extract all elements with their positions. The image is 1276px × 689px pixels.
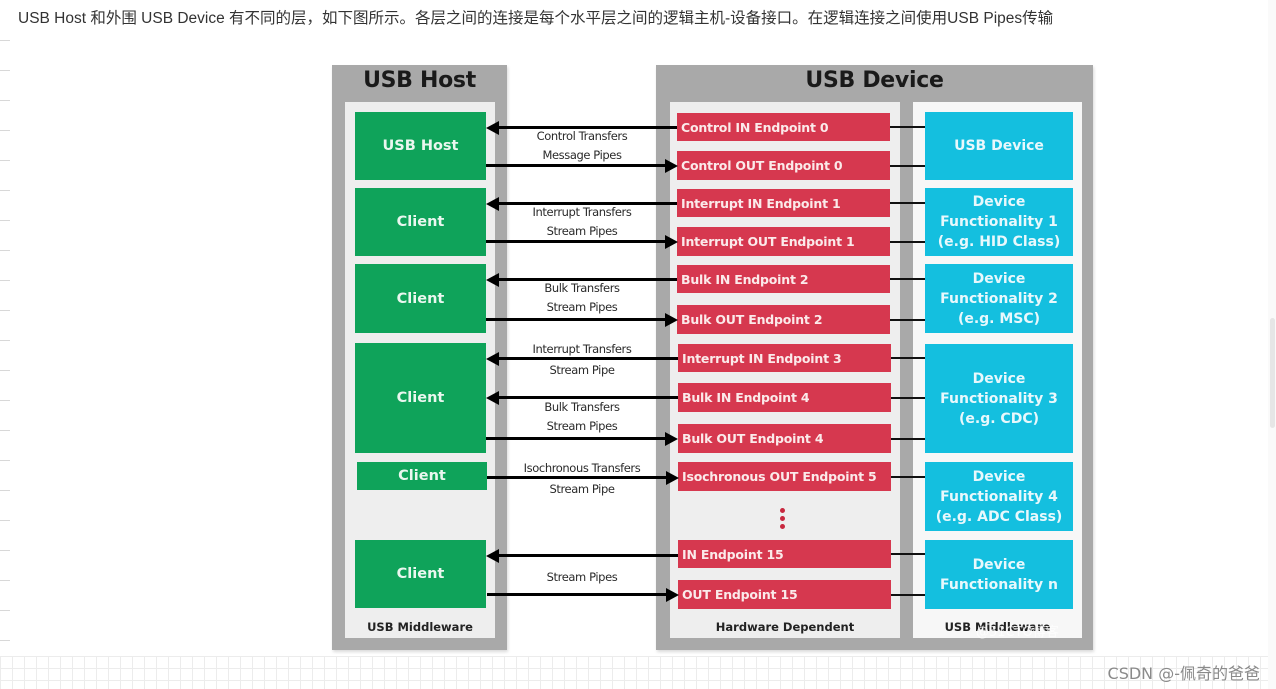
arrow-left-icon	[486, 549, 499, 563]
pipe-transfer-type: Control Transfers	[536, 129, 628, 143]
margin-ruler	[0, 40, 10, 650]
endpoint-isochronous-out-5: Isochronous OUT Endpoint 5	[678, 462, 891, 491]
host-box-usb-host: USB Host	[355, 112, 486, 180]
endpoint-control-out-0: Control OUT Endpoint 0	[677, 151, 890, 180]
connector-line	[891, 438, 925, 440]
endpoint-bulk-in-2: Bulk IN Endpoint 2	[677, 265, 890, 293]
endpoint-control-in-0: Control IN Endpoint 0	[677, 113, 890, 141]
csdn-watermark: CSDN @-佩奇的爸爸	[1107, 664, 1260, 683]
function-n: Device Functionality n	[925, 540, 1073, 609]
endpoint-interrupt-out-1: Interrupt OUT Endpoint 1	[677, 227, 890, 256]
image-watermark: @51CTO博客	[976, 625, 1059, 640]
pipe-label: Isochronous Transfers Stream Pipe	[497, 461, 667, 496]
background-grid	[0, 656, 1276, 689]
intro-paragraph: USB Host 和外围 USB Device 有不同的层，如下图所示。各层之间…	[18, 10, 1054, 27]
function-3-cdc: Device Functionality 3 (e.g. CDC)	[925, 344, 1073, 453]
endpoint-interrupt-in-1: Interrupt IN Endpoint 1	[677, 189, 890, 217]
pipe-label: Control Transfers Message Pipes	[497, 129, 667, 162]
pipe-transfer-type: Isochronous Transfers	[523, 461, 641, 475]
connector-line	[890, 278, 925, 280]
pipe-transfer-type: Interrupt Transfers	[532, 342, 632, 356]
endpoint-out-15: OUT Endpoint 15	[678, 580, 891, 609]
endpoint-bulk-out-4: Bulk OUT Endpoint 4	[678, 424, 891, 453]
pipe-arrow-out	[486, 240, 666, 243]
pipe-label: Interrupt Transfers Stream Pipe	[497, 342, 667, 377]
pipe-label: Bulk Transfers Stream Pipes	[497, 400, 667, 433]
endpoint-bulk-in-4: Bulk IN Endpoint 4	[678, 383, 891, 412]
host-box-client-1: Client	[355, 188, 486, 256]
arrow-right-icon	[665, 313, 678, 327]
connector-line	[891, 357, 925, 359]
pipe-type: Stream Pipe	[549, 363, 615, 377]
pipe-label: Stream Pipes	[497, 570, 667, 584]
host-box-client-2: Client	[355, 264, 486, 333]
host-box-client-3: Client	[355, 343, 486, 453]
pipe-label: Bulk Transfers Stream Pipes	[497, 281, 667, 314]
endpoint-interrupt-in-3: Interrupt IN Endpoint 3	[678, 344, 891, 372]
pipe-arrow-out	[486, 164, 666, 167]
pipe-transfer-type: Interrupt Transfers	[532, 205, 632, 219]
pipe-type: Stream Pipes	[546, 419, 618, 433]
pipe-transfer-type: Bulk Transfers	[544, 281, 620, 295]
function-1-hid: Device Functionality 1 (e.g. HID Class)	[925, 188, 1073, 256]
connector-line	[891, 476, 925, 478]
connector-line	[890, 241, 925, 243]
host-middleware-caption: USB Middleware	[367, 620, 473, 634]
pipe-arrow-in	[498, 396, 678, 399]
connector-line	[891, 594, 925, 596]
host-box-client-5: Client	[355, 540, 486, 608]
pipe-type: Message Pipes	[542, 148, 622, 162]
pipe-arrow-out	[486, 318, 666, 321]
endpoint-bulk-out-2: Bulk OUT Endpoint 2	[677, 305, 890, 334]
arrow-right-icon	[666, 471, 679, 485]
host-box-client-4: Client	[357, 462, 487, 490]
pipe-type: Stream Pipes	[546, 224, 618, 238]
connector-line	[890, 202, 925, 204]
connector-line	[891, 553, 925, 555]
connector-line	[890, 319, 925, 321]
connector-line	[890, 165, 925, 167]
function-2-msc: Device Functionality 2 (e.g. MSC)	[925, 264, 1073, 333]
scrollbar-track[interactable]	[1268, 0, 1276, 689]
endpoint-in-15: IN Endpoint 15	[678, 540, 891, 568]
host-panel-title: USB Host	[363, 68, 476, 93]
pipe-arrow-out	[486, 437, 666, 440]
function-4-adc: Device Functionality 4 (e.g. ADC Class)	[925, 462, 1073, 531]
more-endpoints-ellipsis-icon	[780, 508, 785, 532]
arrow-right-icon	[666, 588, 679, 602]
pipe-type: Stream Pipe	[549, 482, 615, 496]
pipe-type: Stream Pipes	[546, 570, 618, 584]
pipe-type: Stream Pipes	[546, 300, 618, 314]
function-usb-device: USB Device	[925, 112, 1073, 180]
pipe-arrow-out	[487, 593, 667, 596]
scrollbar-thumb[interactable]	[1270, 318, 1275, 428]
hardware-dependent-caption: Hardware Dependent	[715, 620, 855, 634]
connector-line	[890, 126, 925, 128]
pipe-label: Interrupt Transfers Stream Pipes	[497, 205, 667, 238]
pipe-arrow-in	[498, 554, 678, 557]
connector-line	[891, 397, 925, 399]
arrow-right-icon	[665, 432, 678, 446]
device-panel-title: USB Device	[805, 68, 944, 93]
pipe-transfer-type: Bulk Transfers	[544, 400, 620, 414]
